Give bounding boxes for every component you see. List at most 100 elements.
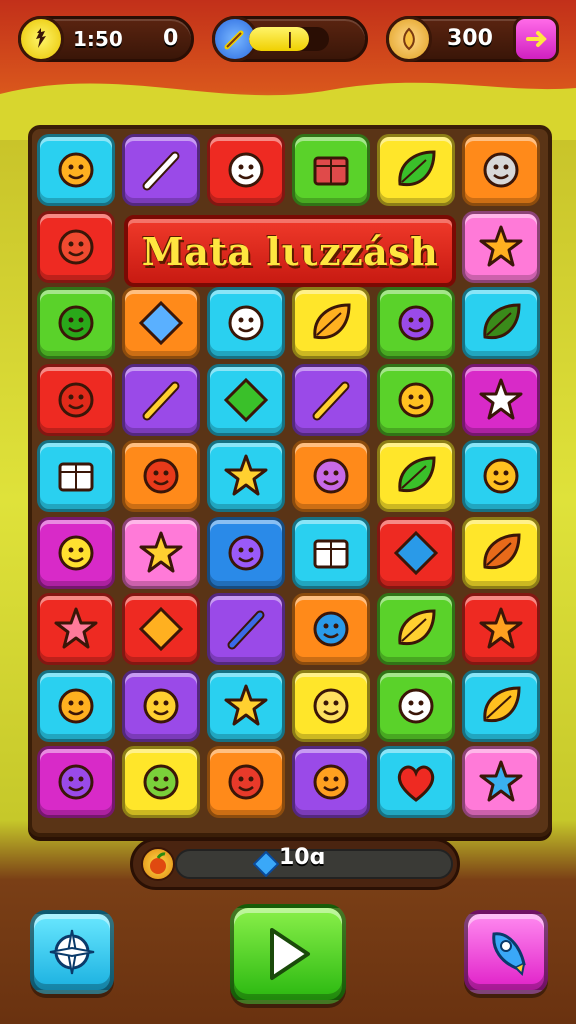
star-face-icon <box>479 378 523 419</box>
tile[interactable] <box>207 440 285 512</box>
tile[interactable] <box>377 746 455 818</box>
score-value: 0 <box>163 26 179 51</box>
tile[interactable] <box>37 746 115 818</box>
tile[interactable] <box>37 593 115 665</box>
tile[interactable] <box>462 746 540 818</box>
dragon-icon <box>228 764 264 800</box>
tile[interactable] <box>462 210 540 283</box>
tile[interactable] <box>37 210 115 283</box>
banner-title: Mata lιιzzásh <box>141 228 439 274</box>
tile[interactable] <box>292 593 370 665</box>
brush-icon <box>227 610 265 650</box>
add-coins-button[interactable] <box>513 16 559 62</box>
progress-value: 10ɑ <box>279 845 326 870</box>
pen-icon <box>142 381 180 420</box>
tile[interactable] <box>207 746 285 818</box>
devil-icon <box>58 764 94 800</box>
tile[interactable] <box>292 134 370 206</box>
tile[interactable] <box>207 134 285 206</box>
bug-icon <box>313 458 349 494</box>
tile[interactable] <box>462 134 540 206</box>
tile[interactable] <box>377 440 455 512</box>
key-icon <box>393 530 439 575</box>
play-icon <box>270 928 310 980</box>
flag-icon <box>58 462 94 492</box>
cat-gold-icon <box>313 688 349 723</box>
tile[interactable] <box>462 516 540 589</box>
tile[interactable] <box>377 593 455 665</box>
box-icon <box>313 156 349 186</box>
boost-button[interactable] <box>464 910 548 994</box>
tile[interactable] <box>122 669 200 742</box>
laugh-icon <box>58 688 94 723</box>
chat-icon <box>483 685 521 722</box>
tile[interactable] <box>207 669 285 742</box>
tile[interactable] <box>377 669 455 742</box>
tile[interactable] <box>37 440 115 512</box>
pie-icon <box>228 305 264 341</box>
fruit-icon <box>141 847 175 881</box>
squid-icon <box>228 535 264 570</box>
tile[interactable] <box>462 593 540 665</box>
heart-icon <box>397 765 435 802</box>
tile[interactable] <box>292 287 370 359</box>
tile[interactable] <box>207 593 285 665</box>
coins-value: 300 <box>447 26 493 51</box>
coins-panel: 300 <box>386 16 559 62</box>
tile[interactable] <box>292 363 370 436</box>
leaf-gold-icon <box>398 609 436 646</box>
tile[interactable] <box>37 669 115 742</box>
compass-button[interactable] <box>30 910 114 994</box>
tile[interactable] <box>207 363 285 436</box>
gem-icon <box>252 850 280 881</box>
tile[interactable] <box>462 669 540 742</box>
tile[interactable] <box>462 363 540 436</box>
tile[interactable] <box>122 746 200 818</box>
tile[interactable] <box>292 516 370 589</box>
play-button[interactable] <box>230 904 346 1004</box>
tile[interactable] <box>122 134 200 206</box>
fox-icon <box>313 764 349 800</box>
goblin-icon <box>143 764 179 800</box>
branch-icon <box>483 303 521 340</box>
tile[interactable] <box>462 287 540 359</box>
tile[interactable] <box>122 440 200 512</box>
blob-icon <box>398 305 434 341</box>
energy-panel: | <box>212 16 368 62</box>
star-gold-icon <box>224 684 268 725</box>
tile[interactable] <box>122 593 200 665</box>
tile[interactable] <box>207 516 285 589</box>
sun-face-icon <box>139 531 183 572</box>
tile[interactable] <box>377 516 455 589</box>
tile[interactable] <box>292 746 370 818</box>
tile[interactable] <box>37 516 115 589</box>
tile[interactable] <box>462 440 540 512</box>
puffer-icon <box>479 760 523 802</box>
swirl-icon <box>143 688 179 723</box>
hook-icon <box>483 532 521 569</box>
tile[interactable] <box>37 287 115 359</box>
tile[interactable] <box>292 669 370 742</box>
crab-icon <box>143 458 179 494</box>
tile[interactable] <box>122 516 200 589</box>
tile[interactable] <box>377 287 455 359</box>
envelope-icon <box>138 300 184 346</box>
rocket-icon <box>492 932 526 977</box>
shell-icon <box>313 303 351 340</box>
cat-face-icon <box>398 382 434 417</box>
timer-score-panel: 1:50 0 <box>18 16 194 62</box>
tile[interactable] <box>207 287 285 359</box>
shop-icon <box>526 31 547 47</box>
tile[interactable] <box>37 134 115 206</box>
leaf-icon <box>398 150 436 187</box>
tile[interactable] <box>37 363 115 436</box>
compass-icon <box>49 929 95 975</box>
tile[interactable] <box>377 363 455 436</box>
tile[interactable] <box>292 440 370 512</box>
tile[interactable] <box>122 363 200 436</box>
flame-icon <box>138 606 184 652</box>
hook-d-icon <box>313 611 349 647</box>
tile[interactable] <box>122 287 200 359</box>
tile[interactable] <box>377 134 455 206</box>
star-icon <box>224 454 268 496</box>
